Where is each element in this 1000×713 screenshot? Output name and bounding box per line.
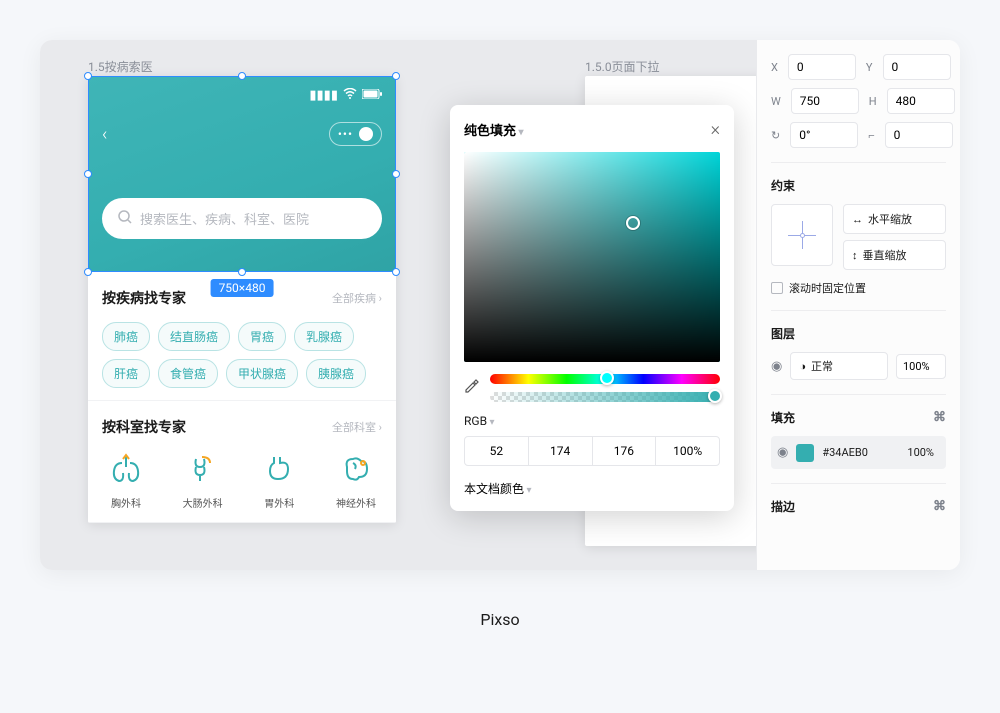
dept-item[interactable]: 大肠外科 — [183, 451, 223, 510]
wifi-icon — [343, 88, 357, 103]
alpha-thumb[interactable] — [708, 389, 722, 403]
disease-tag[interactable]: 胃癌 — [238, 322, 286, 351]
constraints-title: 约束 — [771, 177, 946, 194]
back-icon[interactable]: ‹ — [102, 124, 107, 145]
dept-section: 按科室找专家 全部科室 胸外科 大肠外科 — [88, 401, 396, 523]
dept-label: 胃外科 — [264, 495, 294, 510]
a-input[interactable]: 100% — [656, 437, 719, 465]
mini-program-pill[interactable]: ••• — [329, 122, 382, 146]
frame-label-2[interactable]: 1.5.0页面下拉 — [585, 58, 660, 75]
corner-icon: ⌐ — [868, 129, 874, 142]
rotation-input[interactable] — [790, 122, 858, 148]
disease-section-title: 按疾病找专家 — [102, 288, 186, 308]
scroll-fix-label: 滚动时固定位置 — [789, 280, 866, 296]
nav-row: ‹ ••• — [102, 122, 382, 146]
alpha-slider[interactable] — [490, 392, 720, 402]
disease-tag[interactable]: 乳腺癌 — [294, 322, 354, 351]
stomach-icon — [261, 451, 297, 487]
visibility-icon[interactable]: ◉ — [771, 359, 782, 374]
constraint-v-select[interactable]: ↕ 垂直缩放 — [843, 240, 946, 270]
constraint-h-select[interactable]: ↔ 水平缩放 — [843, 204, 946, 234]
color-picker[interactable]: 纯色填充 × RGB — [450, 105, 734, 511]
fill-swatch[interactable] — [796, 444, 814, 462]
close-circle-icon — [359, 127, 373, 141]
dept-label: 大肠外科 — [183, 495, 223, 510]
layer-opacity-input[interactable] — [896, 354, 946, 379]
fill-visibility-icon[interactable]: ◉ — [777, 445, 788, 460]
search-input[interactable]: 搜索医生、疾病、科室、医院 — [102, 198, 382, 239]
arrow-h-icon: ↔ — [852, 213, 863, 226]
dept-label: 神经外科 — [336, 495, 376, 510]
app-caption: Pixso — [0, 610, 1000, 629]
w-label: W — [771, 95, 781, 108]
disease-section-link[interactable]: 全部疾病 — [332, 290, 382, 306]
g-input[interactable]: 174 — [529, 437, 593, 465]
eyedropper-icon[interactable] — [464, 378, 480, 398]
dept-item[interactable]: 胃外科 — [261, 451, 297, 510]
disease-tag[interactable]: 甲状腺癌 — [226, 359, 298, 388]
dept-section-title: 按科室找专家 — [102, 417, 186, 437]
dept-label: 胸外科 — [111, 495, 141, 510]
more-dots-icon: ••• — [338, 127, 353, 141]
b-input[interactable]: 176 — [593, 437, 657, 465]
dept-item[interactable]: 胸外科 — [108, 451, 144, 510]
properties-panel: X Y W H ↻ ⌐ 约束 ↔ — [756, 40, 960, 570]
constraint-box[interactable] — [771, 204, 833, 266]
style-icon[interactable]: ⌘ — [933, 499, 946, 514]
fill-title: 填充 — [771, 409, 795, 426]
disease-tag[interactable]: 肺癌 — [102, 322, 150, 351]
disease-tag[interactable]: 胰腺癌 — [306, 359, 366, 388]
disease-tags: 肺癌 结直肠癌 胃癌 乳腺癌 肝癌 食管癌 甲状腺癌 胰腺癌 — [102, 322, 382, 388]
status-bar: ▮▮▮▮ — [102, 86, 382, 104]
y-input[interactable] — [883, 54, 951, 80]
search-icon — [118, 210, 132, 228]
disease-tag[interactable]: 肝癌 — [102, 359, 150, 388]
lungs-icon — [108, 451, 144, 487]
stroke-title: 描边 — [771, 498, 795, 515]
disease-section: 按疾病找专家 全部疾病 肺癌 结直肠癌 胃癌 乳腺癌 肝癌 食管癌 甲状腺癌 胰… — [88, 272, 396, 401]
doc-colors-section[interactable]: 本文档颜色 — [464, 480, 720, 497]
layer-title: 图层 — [771, 325, 946, 342]
mobile-header: ▮▮▮▮ ‹ ••• — [88, 76, 396, 272]
battery-icon — [362, 88, 382, 103]
h-input[interactable] — [887, 88, 955, 114]
hue-slider[interactable] — [490, 374, 720, 384]
dept-item[interactable]: 神经外科 — [336, 451, 376, 510]
picker-title[interactable]: 纯色填充 — [464, 120, 524, 139]
blend-mode-select[interactable]: ◑ 正常 — [790, 352, 888, 380]
brain-icon — [338, 451, 374, 487]
frame-label-1[interactable]: 1.5按病索医 — [88, 58, 153, 75]
arrow-v-icon: ↕ — [852, 249, 858, 262]
fill-hex[interactable]: #34AEB0 — [822, 446, 893, 459]
search-placeholder: 搜索医生、疾病、科室、医院 — [140, 209, 309, 228]
disease-tag[interactable]: 食管癌 — [158, 359, 218, 388]
artboard-1[interactable]: ▮▮▮▮ ‹ ••• — [88, 76, 396, 523]
disease-tag[interactable]: 结直肠癌 — [158, 322, 230, 351]
canvas[interactable]: 1.5按病索医 1.5.0页面下拉 ▮▮▮▮ ‹ ••• — [40, 40, 756, 570]
h-label: H — [869, 95, 877, 108]
corner-input[interactable] — [885, 122, 953, 148]
dept-section-link[interactable]: 全部科室 — [332, 419, 382, 435]
blend-icon: ◑ — [799, 360, 806, 373]
r-input[interactable]: 52 — [465, 437, 529, 465]
intestine-icon — [185, 451, 221, 487]
rotation-icon: ↻ — [771, 129, 780, 142]
hue-thumb[interactable] — [600, 371, 614, 385]
close-icon[interactable]: × — [711, 119, 720, 140]
color-mode-select[interactable]: RGB — [464, 414, 720, 428]
fill-opacity[interactable]: 100% — [901, 441, 940, 464]
x-input[interactable] — [788, 54, 856, 80]
color-cursor[interactable] — [626, 216, 640, 230]
x-label: X — [771, 61, 778, 74]
w-input[interactable] — [791, 88, 859, 114]
y-label: Y — [866, 61, 873, 74]
scroll-fix-checkbox[interactable] — [771, 282, 783, 294]
rgba-inputs: 52 174 176 100% — [464, 436, 720, 466]
style-icon[interactable]: ⌘ — [933, 410, 946, 425]
signal-icon: ▮▮▮▮ — [309, 88, 338, 103]
color-field[interactable] — [464, 152, 720, 362]
